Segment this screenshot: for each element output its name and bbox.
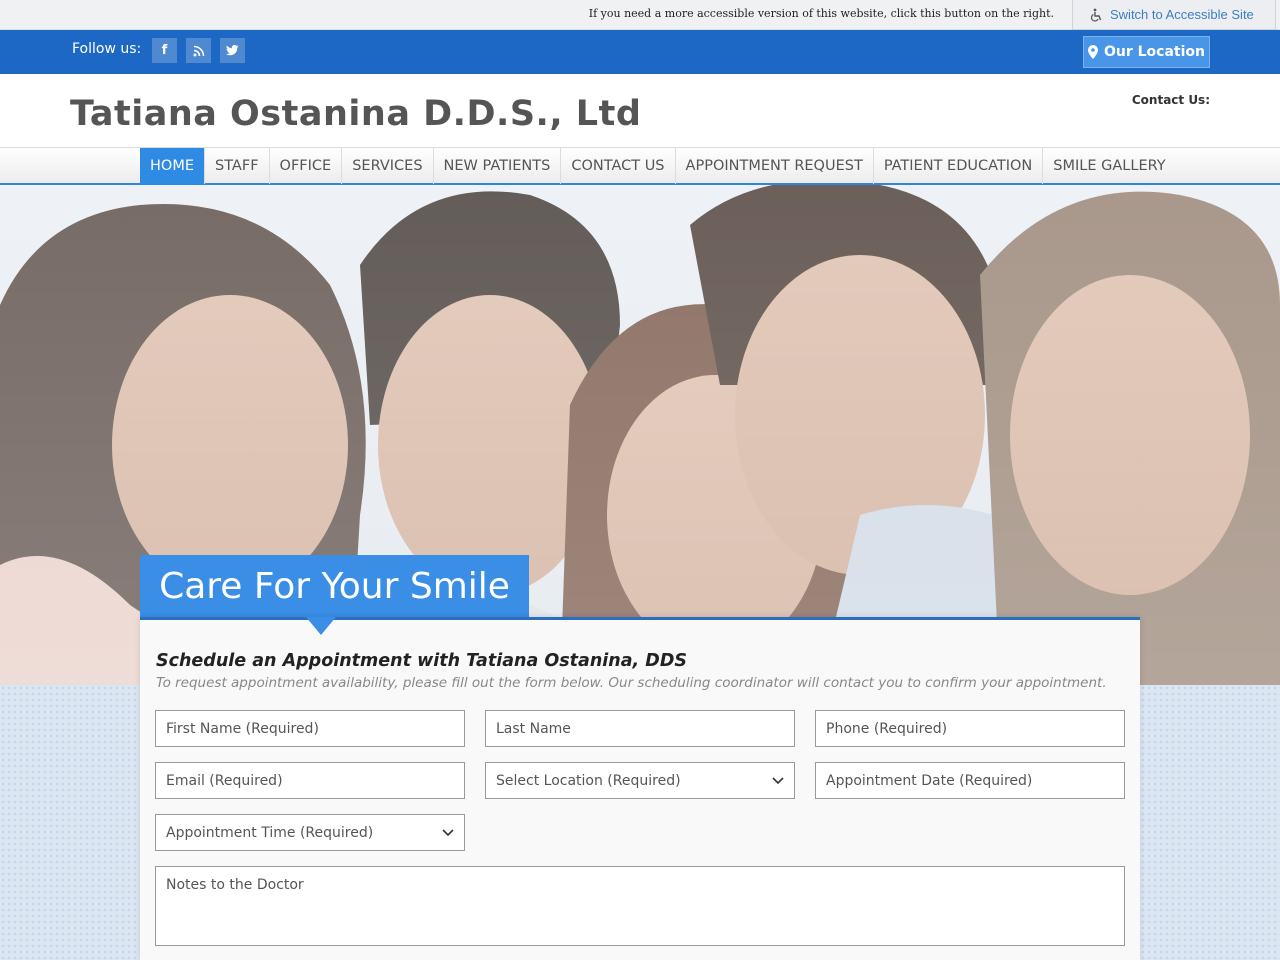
main-nav: HOME STAFF OFFICE SERVICES NEW PATIENTS … [0, 147, 1280, 185]
notes-textarea[interactable] [155, 866, 1125, 946]
our-location-label: Our Location [1103, 44, 1205, 60]
nav-item-services[interactable]: SERVICES [342, 148, 434, 184]
hero-tagline: Care For Your Smile [140, 555, 529, 618]
appointment-time-select[interactable]: Appointment Time (Required) [155, 814, 465, 851]
appointment-form-card: Schedule an Appointment with Tatiana Ost… [140, 617, 1140, 960]
nav-item-contact-us[interactable]: CONTACT US [561, 148, 676, 184]
form-subtext: To request appointment availability, ple… [156, 675, 1107, 691]
follow-us-label: Follow us: [72, 41, 142, 57]
social-bar: Follow us: f Our Location [0, 30, 1280, 74]
form-heading: Schedule an Appointment with Tatiana Ost… [156, 651, 687, 671]
map-pin-icon [1087, 45, 1098, 59]
contact-us-label: Contact Us: [1131, 93, 1210, 107]
email-input[interactable] [155, 762, 465, 799]
switch-accessible-label: Switch to Accessible Site [1110, 7, 1254, 22]
appointment-date-input[interactable] [815, 762, 1125, 799]
location-select-label: Select Location (Required) [496, 772, 681, 789]
last-name-input[interactable] [485, 710, 795, 747]
nav-item-appointment-request[interactable]: APPOINTMENT REQUEST [676, 148, 874, 184]
rss-icon[interactable] [186, 38, 211, 63]
nav-item-office[interactable]: OFFICE [270, 148, 343, 184]
switch-accessible-button[interactable]: Switch to Accessible Site [1072, 0, 1276, 30]
nav-item-staff[interactable]: STAFF [205, 148, 270, 184]
chevron-down-icon [442, 828, 454, 836]
nav-item-new-patients[interactable]: NEW PATIENTS [434, 148, 562, 184]
our-location-button[interactable]: Our Location [1083, 36, 1210, 68]
location-select[interactable]: Select Location (Required) [485, 762, 795, 799]
twitter-icon[interactable] [220, 38, 245, 63]
site-header: Tatiana Ostanina D.D.S., Ltd Contact Us: [0, 74, 1280, 147]
site-title[interactable]: Tatiana Ostanina D.D.S., Ltd [70, 94, 641, 134]
facebook-icon[interactable]: f [152, 38, 177, 63]
accessibility-bar: If you need a more accessible version of… [0, 0, 1280, 30]
chevron-down-icon [772, 776, 784, 784]
accessibility-note: If you need a more accessible version of… [588, 7, 1054, 20]
nav-item-smile-gallery[interactable]: SMILE GALLERY [1043, 148, 1175, 184]
tagline-arrow [306, 617, 336, 635]
phone-input[interactable] [815, 710, 1125, 747]
nav-item-home[interactable]: HOME [140, 148, 205, 184]
first-name-input[interactable] [155, 710, 465, 747]
appointment-time-label: Appointment Time (Required) [166, 824, 374, 841]
wheelchair-icon [1090, 8, 1102, 22]
nav-item-patient-education[interactable]: PATIENT EDUCATION [874, 148, 1044, 184]
